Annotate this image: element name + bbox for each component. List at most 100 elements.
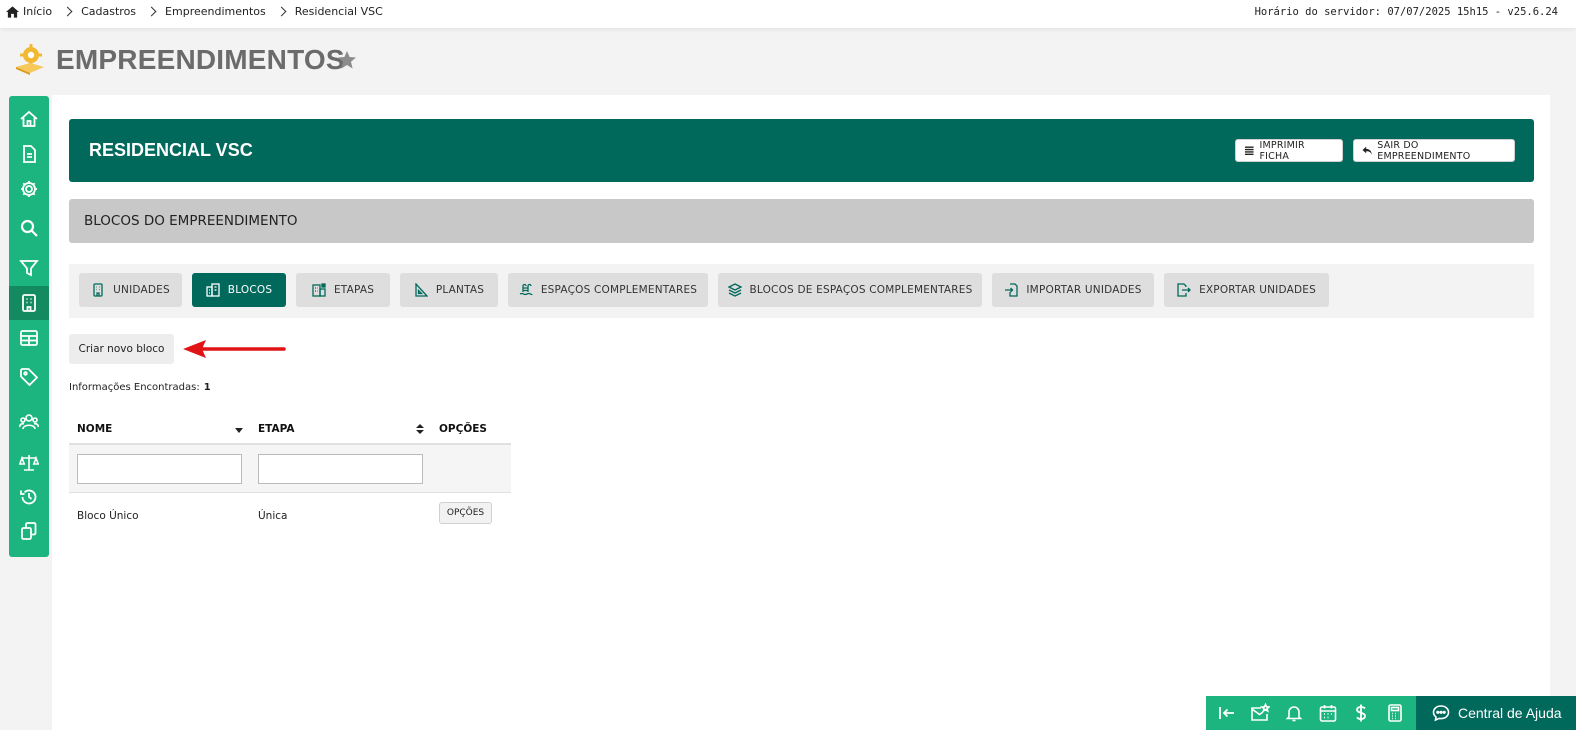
filter-row xyxy=(69,445,511,493)
building-icon xyxy=(22,294,36,312)
red-arrow-annotation xyxy=(183,340,286,358)
tab-label: UNIDADES xyxy=(113,284,170,296)
table-icon xyxy=(20,330,38,346)
ruler-icon xyxy=(415,283,428,297)
calculator-icon[interactable] xyxy=(1385,703,1405,723)
breadcrumb-empreendimentos[interactable]: Empreendimentos xyxy=(165,5,266,18)
import-icon xyxy=(1005,283,1019,297)
server-time: Horário do servidor: 07/07/2025 15h15 - … xyxy=(1254,6,1558,18)
filter-icon xyxy=(19,260,39,277)
sidebar-item-home[interactable] xyxy=(9,102,49,136)
scale-icon xyxy=(19,455,39,471)
table-header: NOME ETAPA OPÇÕES xyxy=(69,415,511,445)
sidebar-item-buildings[interactable] xyxy=(9,286,49,320)
tag-icon xyxy=(20,368,39,387)
sidebar-item-settings[interactable] xyxy=(9,172,49,206)
breadcrumb-home[interactable]: Início xyxy=(23,5,52,18)
layers-icon xyxy=(727,283,742,297)
project-banner: RESIDENCIAL VSC IMPRIMIR FICHA SAIR DO E… xyxy=(69,119,1534,182)
create-block-button[interactable]: Criar novo bloco xyxy=(69,334,174,364)
sidebar-item-search[interactable] xyxy=(9,211,49,245)
favorite-star-icon[interactable] xyxy=(337,50,357,70)
table-row[interactable]: Bloco Único Única OPÇÕES xyxy=(69,493,511,537)
tab-exportar-unidades[interactable]: EXPORTAR UNIDADES xyxy=(1164,273,1329,307)
column-header-etapa[interactable]: ETAPA xyxy=(258,423,295,435)
section-header: BLOCOS DO EMPREENDIMENTO xyxy=(69,199,1534,243)
collapse-left-icon[interactable] xyxy=(1217,703,1237,723)
filter-etapa-input[interactable] xyxy=(258,454,423,484)
document-icon xyxy=(23,145,36,163)
export-icon xyxy=(1177,283,1191,297)
history-icon xyxy=(20,489,37,505)
exit-project-label: SAIR DO EMPREENDIMENTO xyxy=(1377,139,1471,162)
sidebar-item-tags[interactable] xyxy=(9,360,49,394)
chevron-right-icon xyxy=(146,6,157,17)
blocks-icon xyxy=(206,283,220,297)
left-sidebar xyxy=(9,96,49,557)
column-header-opcoes: OPÇÕES xyxy=(439,423,487,435)
tab-label: IMPORTAR UNIDADES xyxy=(1026,284,1142,296)
sidebar-item-table[interactable] xyxy=(9,321,49,355)
cell-nome: Bloco Único xyxy=(77,510,139,522)
tab-label: BLOCOS DE ESPAÇOS COMPLEMENTARES xyxy=(749,284,973,296)
blocks-table: NOME ETAPA OPÇÕES Bloco Único Única OPÇÕ… xyxy=(69,415,511,537)
tab-label: ETAPAS xyxy=(333,284,375,296)
sidebar-item-users[interactable] xyxy=(9,405,49,439)
reply-icon xyxy=(1362,146,1372,155)
help-center-button[interactable]: Central de Ajuda xyxy=(1416,696,1576,730)
stages-icon xyxy=(312,283,326,297)
breadcrumb-cadastros[interactable]: Cadastros xyxy=(81,5,136,18)
tab-label: BLOCOS xyxy=(227,284,273,296)
breadcrumb-current: Residencial VSC xyxy=(294,5,383,18)
print-sheet-button[interactable]: IMPRIMIR FICHA xyxy=(1235,139,1343,162)
tab-plantas[interactable]: PLANTAS xyxy=(400,273,498,307)
top-bar: Início Cadastros Empreendimentos Residen… xyxy=(0,0,1576,28)
print-sheet-label: IMPRIMIR FICHA xyxy=(1259,139,1305,162)
list-icon xyxy=(1244,146,1254,155)
results-label: Informações Encontradas: xyxy=(69,382,200,393)
results-count: 1 xyxy=(203,382,211,393)
exit-project-button[interactable]: SAIR DO EMPREENDIMENTO xyxy=(1353,139,1515,162)
tab-etapas[interactable]: ETAPAS xyxy=(296,273,390,307)
bottom-toolbar xyxy=(1206,696,1416,730)
dollar-icon[interactable] xyxy=(1351,703,1371,723)
mail-star-icon[interactable] xyxy=(1250,703,1271,723)
cell-etapa: Única xyxy=(258,510,288,522)
chat-bubble-icon xyxy=(1432,705,1450,722)
sidebar-item-legal[interactable] xyxy=(9,446,49,480)
home-icon xyxy=(20,110,38,127)
page-title: EMPREENDIMENTOS xyxy=(56,44,345,75)
tab-label: PLANTAS xyxy=(435,284,485,296)
calendar-icon[interactable] xyxy=(1318,703,1338,723)
gear-icon xyxy=(21,181,37,197)
row-options-button[interactable]: OPÇÕES xyxy=(439,502,492,524)
tabs-bar: UNIDADES BLOCOS ETAPAS PLANTAS ESPAÇOS C… xyxy=(69,264,1534,318)
sort-icon[interactable] xyxy=(416,424,424,434)
tab-label: EXPORTAR UNIDADES xyxy=(1199,284,1316,296)
chevron-right-icon xyxy=(62,6,73,17)
chevron-right-icon xyxy=(276,6,287,17)
building-gear-icon xyxy=(16,44,44,75)
sidebar-item-documents[interactable] xyxy=(9,137,49,171)
breadcrumb: Início Cadastros Empreendimentos Residen… xyxy=(6,5,383,18)
bell-icon[interactable] xyxy=(1284,703,1304,723)
tab-blocos[interactable]: BLOCOS xyxy=(192,273,286,307)
tab-unidades[interactable]: UNIDADES xyxy=(79,273,182,307)
pool-icon xyxy=(519,283,533,296)
sidebar-item-copy[interactable] xyxy=(9,514,49,548)
sidebar-item-filter[interactable] xyxy=(9,251,49,285)
copy-icon xyxy=(21,522,37,540)
results-info: Informações Encontradas: 1 xyxy=(69,382,211,393)
project-title: RESIDENCIAL VSC xyxy=(89,140,253,160)
tab-blocos-espacos-complementares[interactable]: BLOCOS DE ESPAÇOS COMPLEMENTARES xyxy=(718,273,982,307)
tab-importar-unidades[interactable]: IMPORTAR UNIDADES xyxy=(992,273,1154,307)
filter-nome-input[interactable] xyxy=(77,454,242,484)
sidebar-item-history[interactable] xyxy=(9,480,49,514)
sort-desc-icon[interactable] xyxy=(235,428,243,433)
users-icon xyxy=(19,414,39,430)
column-header-nome[interactable]: NOME xyxy=(77,423,112,435)
home-icon[interactable] xyxy=(6,5,19,18)
building-icon xyxy=(93,283,103,297)
tab-espacos-complementares[interactable]: ESPAÇOS COMPLEMENTARES xyxy=(508,273,708,307)
search-icon xyxy=(20,219,38,237)
